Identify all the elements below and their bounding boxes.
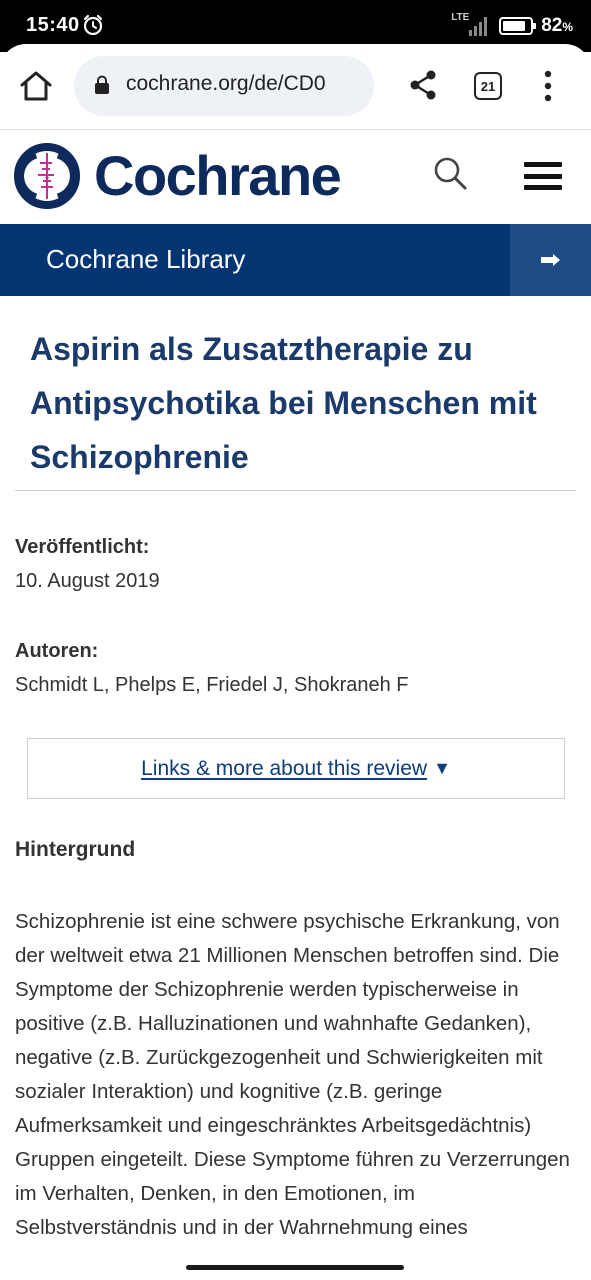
alarm-icon xyxy=(83,14,103,36)
battery-percent: 82% xyxy=(541,15,573,36)
authors-list: Schmidt L, Phelps E, Friedel J, Shokrane… xyxy=(15,674,409,696)
article-title: Aspirin als Zusatztherapie zu Antipsycho… xyxy=(30,331,537,475)
links-more-button[interactable]: Links & more about this review ▼ xyxy=(27,738,565,799)
caret-down-icon: ▼ xyxy=(433,758,451,778)
status-time: 15:40 xyxy=(26,14,80,36)
section-heading: Hintergrund xyxy=(15,838,136,861)
lock-icon xyxy=(95,75,109,94)
library-bar[interactable]: Cochrane Library xyxy=(0,224,591,296)
tabs-icon[interactable]: 21 xyxy=(474,72,502,100)
home-icon[interactable] xyxy=(18,68,54,104)
more-vert-icon[interactable] xyxy=(538,68,558,104)
arrow-right-icon xyxy=(541,254,560,266)
status-indicators: LTE 82% xyxy=(451,12,573,40)
tab-count: 21 xyxy=(480,78,496,94)
published-date: 10. August 2019 xyxy=(15,570,160,592)
browser-toolbar: cochrane.org/de/CD0 21 xyxy=(0,44,591,130)
title-divider xyxy=(15,490,576,491)
battery-icon xyxy=(499,17,537,35)
url-text[interactable]: cochrane.org/de/CD0 xyxy=(126,72,326,96)
authors-label: Autoren: xyxy=(15,640,99,662)
library-arrow-button[interactable] xyxy=(510,224,591,296)
signal-icon: LTE xyxy=(451,12,491,38)
gesture-handle[interactable] xyxy=(186,1265,404,1270)
share-icon[interactable] xyxy=(406,68,440,102)
brand-name[interactable]: Cochrane xyxy=(94,143,342,209)
cochrane-logo[interactable] xyxy=(14,143,80,209)
body-paragraph: Schizophrenie ist eine schwere psychisch… xyxy=(15,910,570,1239)
gesture-bar xyxy=(0,1252,591,1280)
site-header: Cochrane xyxy=(0,131,591,224)
url-bar[interactable]: cochrane.org/de/CD0 xyxy=(74,56,374,116)
search-icon[interactable] xyxy=(432,155,468,191)
library-link[interactable]: Cochrane Library xyxy=(46,244,245,275)
links-more-label[interactable]: Links & more about this review xyxy=(141,757,427,781)
hamburger-menu-icon[interactable] xyxy=(524,162,562,190)
published-label: Veröffentlicht: xyxy=(15,536,150,558)
